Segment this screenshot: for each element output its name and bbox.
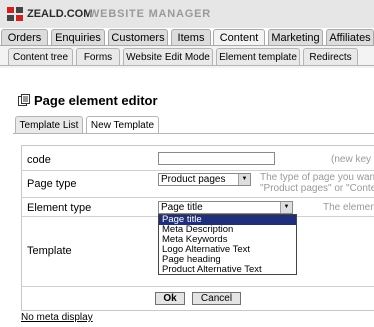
subtab-label: Content tree: [12, 52, 69, 63]
page-type-hint-line2: "Product pages" or "Conte: [260, 183, 374, 194]
code-hint: (new key v: [331, 154, 374, 165]
cancel-button[interactable]: Cancel: [192, 292, 241, 305]
tab-marketing[interactable]: Marketing: [268, 29, 323, 45]
element-type-label: Element type: [27, 202, 92, 214]
template-label: Template: [27, 245, 72, 257]
tab-label: Enquiries: [55, 32, 101, 44]
subtab-forms[interactable]: Forms: [76, 48, 120, 65]
page-type-select[interactable]: Product pages ▼: [158, 173, 251, 186]
code-label: code: [27, 154, 51, 166]
tab-label: Affiliates: [329, 32, 371, 44]
tab-customers[interactable]: Customers: [108, 29, 168, 45]
subtab-row-divider: [0, 65, 374, 66]
element-type-hint: The elemen: [323, 202, 374, 213]
tab-template-list[interactable]: Template List: [15, 116, 83, 133]
option-product-alternative-text[interactable]: Product Alternative Text: [159, 265, 296, 275]
tab-label: Marketing: [271, 32, 320, 44]
code-input[interactable]: [158, 152, 275, 165]
subtab-redirects[interactable]: Redirects: [303, 48, 358, 65]
tab-enquiries[interactable]: Enquiries: [51, 29, 105, 45]
page-type-label: Page type: [27, 178, 77, 190]
tab-label: Template List: [19, 120, 79, 131]
tab-items[interactable]: Items: [171, 29, 211, 45]
option-meta-description[interactable]: Meta Description: [159, 225, 296, 235]
tab-label: Items: [177, 32, 205, 44]
chevron-down-icon: ▼: [238, 174, 250, 185]
page-type-value: Product pages: [161, 174, 226, 185]
no-meta-display-link[interactable]: No meta display: [21, 312, 93, 323]
template-tab-divider: [13, 133, 374, 134]
row-divider: [22, 286, 374, 287]
option-meta-keywords[interactable]: Meta Keywords: [159, 235, 296, 245]
option-page-heading[interactable]: Page heading: [159, 255, 296, 265]
tab-new-template[interactable]: New Template: [86, 116, 159, 134]
option-page-title[interactable]: Page title: [159, 215, 296, 225]
tab-orders[interactable]: Orders: [1, 29, 48, 45]
element-type-value: Page title: [161, 202, 203, 213]
row-divider: [22, 197, 374, 198]
chevron-down-icon: ▼: [280, 202, 292, 213]
tab-content[interactable]: Content: [213, 29, 265, 46]
tab-label: Orders: [7, 32, 42, 44]
element-type-select[interactable]: Page title ▼: [158, 201, 293, 214]
subtab-label: Forms: [83, 52, 113, 63]
page-title: Page element editor: [34, 93, 158, 108]
row-divider: [22, 170, 374, 171]
ok-button[interactable]: Ok: [155, 292, 185, 305]
product-name: WEBSITE MANAGER: [89, 8, 211, 20]
tab-affiliates[interactable]: Affiliates: [326, 29, 374, 45]
tab-label: Customers: [111, 32, 165, 44]
subtab-website-edit-mode[interactable]: Website Edit Mode: [123, 48, 213, 65]
tab-label: New Template: [90, 120, 155, 131]
subtab-element-template[interactable]: Element template: [216, 48, 300, 65]
subtab-content-tree[interactable]: Content tree: [8, 48, 73, 65]
brand-name: ZEALD.COM: [27, 8, 93, 20]
document-icon: [18, 94, 30, 106]
page-type-hint-line1: The type of page you want: [260, 172, 374, 183]
subtab-label: Website Edit Mode: [126, 52, 210, 63]
option-logo-alternative-text[interactable]: Logo Alternative Text: [159, 245, 296, 255]
zeald-logo-icon: [7, 7, 23, 21]
subtab-label: Element template: [219, 52, 297, 63]
tab-label: Content: [219, 32, 259, 44]
element-type-dropdown-list[interactable]: Page title Meta Description Meta Keyword…: [158, 214, 297, 275]
subtab-label: Redirects: [309, 52, 352, 63]
